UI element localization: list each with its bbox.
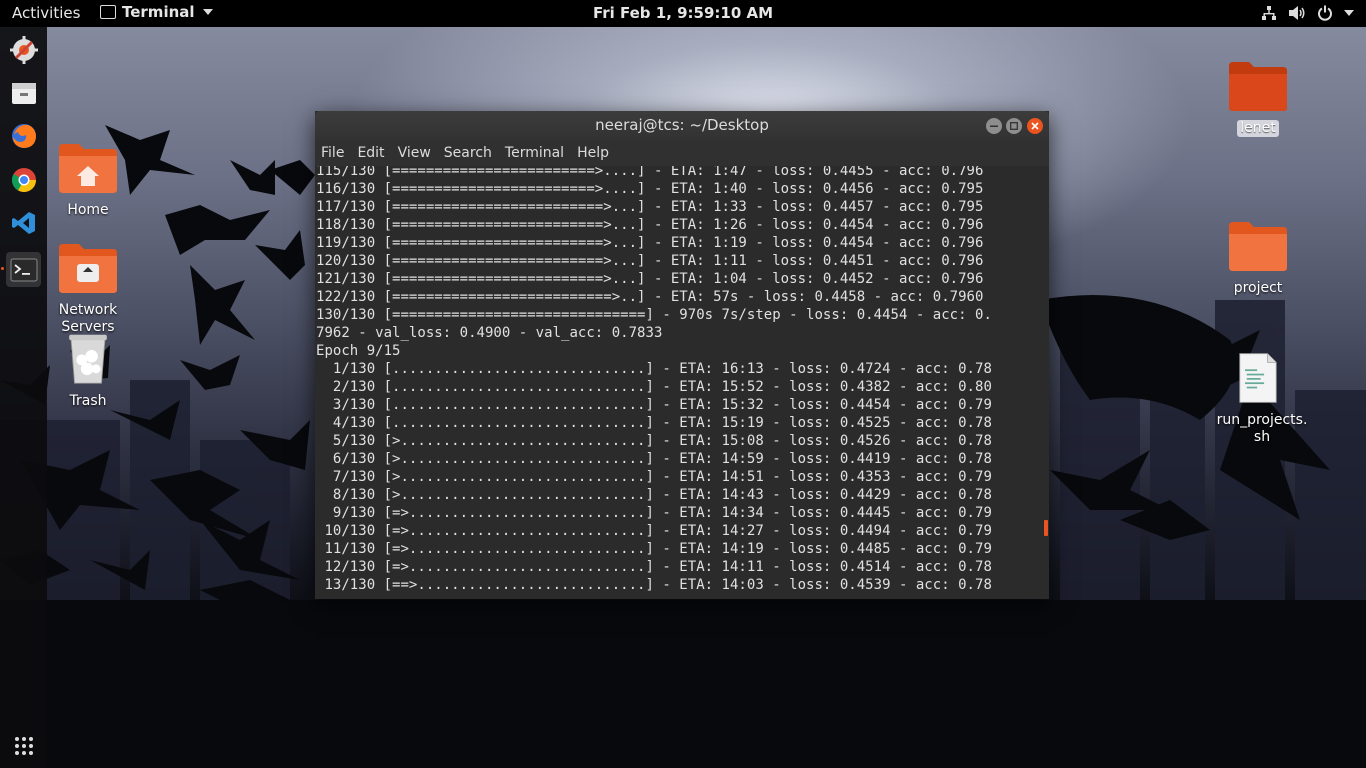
desktop-icon-lenet[interactable]: lenet	[1213, 60, 1303, 137]
power-icon[interactable]	[1316, 4, 1334, 22]
menu-search[interactable]: Search	[444, 145, 492, 161]
files-icon[interactable]	[6, 75, 41, 110]
dock	[0, 27, 47, 768]
terminal-line: 117/130 [=========================>...] …	[316, 199, 984, 215]
top-bar: Activities Terminal Fri Feb 1, 9:59:10 A…	[0, 0, 1366, 27]
system-tray[interactable]	[1260, 4, 1354, 22]
show-applications-icon[interactable]	[6, 728, 41, 763]
scrollbar-position-marker[interactable]	[1044, 520, 1048, 536]
terminal-line: 120/130 [=========================>...] …	[316, 253, 984, 269]
terminal-line: 7962 - val_loss: 0.4900 - val_acc: 0.783…	[316, 325, 663, 341]
terminal-line: 11/130 [=>............................] …	[316, 541, 992, 557]
desktop-icon-label: Home	[67, 202, 109, 218]
window-title: neeraj@tcs: ~/Desktop	[595, 116, 769, 134]
terminal-line: Epoch 9/15	[316, 343, 401, 359]
home-folder-icon	[59, 144, 117, 193]
terminal-line: 122/130 [==========================>..] …	[316, 289, 984, 305]
terminal-line: 121/130 [=========================>...] …	[316, 271, 984, 287]
terminal-line: 10/130 [=>............................] …	[316, 523, 992, 539]
terminal-line: 13/130 [==>...........................] …	[316, 577, 992, 593]
menu-help[interactable]: Help	[577, 145, 609, 161]
maximize-icon	[1010, 122, 1018, 130]
folder-icon	[1229, 222, 1287, 271]
clock[interactable]: Fri Feb 1, 9:59:10 AM	[593, 4, 773, 22]
terminal-lines: 115/130 [========================>....] …	[316, 166, 992, 594]
terminal-line: 116/130 [========================>....] …	[316, 181, 984, 197]
terminal-line: 4/130 [..............................] -…	[316, 415, 992, 431]
trash-icon	[69, 334, 107, 384]
software-updater-icon[interactable]	[6, 32, 41, 67]
desktop-icon-label: Trash	[69, 393, 107, 409]
menu-file[interactable]: File	[321, 145, 344, 161]
terminal-output[interactable]: 115/130 [========================>....] …	[315, 166, 1049, 599]
desktop-icon-project[interactable]: project	[1213, 220, 1303, 297]
chrome-icon[interactable]	[6, 162, 41, 197]
terminal-line: 9/130 [=>............................] -…	[316, 505, 992, 521]
terminal-line: 130/130 [==============================]…	[316, 307, 992, 323]
close-button[interactable]	[1027, 118, 1043, 134]
chevron-down-icon[interactable]	[1344, 10, 1354, 16]
terminal-line: 118/130 [=========================>...] …	[316, 217, 984, 233]
terminal-line: 115/130 [========================>....] …	[316, 166, 984, 179]
network-icon[interactable]	[1260, 4, 1278, 22]
terminal-titlebar[interactable]: neeraj@tcs: ~/Desktop	[315, 111, 1049, 140]
menu-edit[interactable]: Edit	[357, 145, 384, 161]
terminal-line: 2/130 [..............................] -…	[316, 379, 992, 395]
terminal-line: 7/130 [>.............................] -…	[316, 469, 992, 485]
minimize-button[interactable]	[986, 118, 1002, 134]
close-icon	[1031, 122, 1039, 130]
firefox-icon[interactable]	[6, 118, 41, 153]
network-folder-icon	[59, 244, 117, 293]
terminal-icon[interactable]	[6, 252, 41, 287]
terminal-app-icon	[100, 5, 116, 19]
folder-icon	[1229, 62, 1287, 111]
desktop-icon-label: project	[1233, 280, 1283, 296]
maximize-button[interactable]	[1006, 118, 1022, 134]
terminal-line: 119/130 [=========================>...] …	[316, 235, 984, 251]
script-file-icon	[1239, 353, 1277, 403]
menu-view[interactable]: View	[398, 145, 431, 161]
menu-terminal[interactable]: Terminal	[505, 145, 564, 161]
terminal-menubar: File Edit View Search Terminal Help	[315, 140, 1049, 166]
terminal-line: 5/130 [>.............................] -…	[316, 433, 992, 449]
desktop-icon-label: Network Servers	[58, 302, 118, 335]
desktop-icon-network-servers[interactable]: Network Servers	[43, 242, 133, 336]
vscode-icon[interactable]	[6, 205, 41, 240]
desktop-icon-label: run_projects.sh	[1216, 412, 1308, 445]
desktop-icon-label: lenet	[1237, 120, 1279, 137]
desktop-icon-run-projects[interactable]: run_projects.sh	[1213, 352, 1307, 446]
chevron-down-icon	[202, 9, 213, 15]
app-menu[interactable]: Terminal	[100, 3, 213, 21]
activities-button[interactable]: Activities	[12, 4, 80, 22]
desktop-icon-home[interactable]: Home	[43, 142, 133, 219]
terminal-line: 1/130 [..............................] -…	[316, 361, 992, 377]
terminal-line: 3/130 [..............................] -…	[316, 397, 992, 413]
terminal-window[interactable]: neeraj@tcs: ~/Desktop File Edit View Sea…	[315, 111, 1049, 599]
terminal-line: 12/130 [=>............................] …	[316, 559, 992, 575]
running-indicator	[1, 267, 4, 270]
terminal-line: 8/130 [>.............................] -…	[316, 487, 992, 503]
volume-icon[interactable]	[1288, 4, 1306, 22]
app-menu-label: Terminal	[122, 3, 195, 21]
minimize-icon	[990, 125, 998, 127]
terminal-line: 6/130 [>.............................] -…	[316, 451, 992, 467]
desktop-icon-trash[interactable]: Trash	[43, 333, 133, 410]
